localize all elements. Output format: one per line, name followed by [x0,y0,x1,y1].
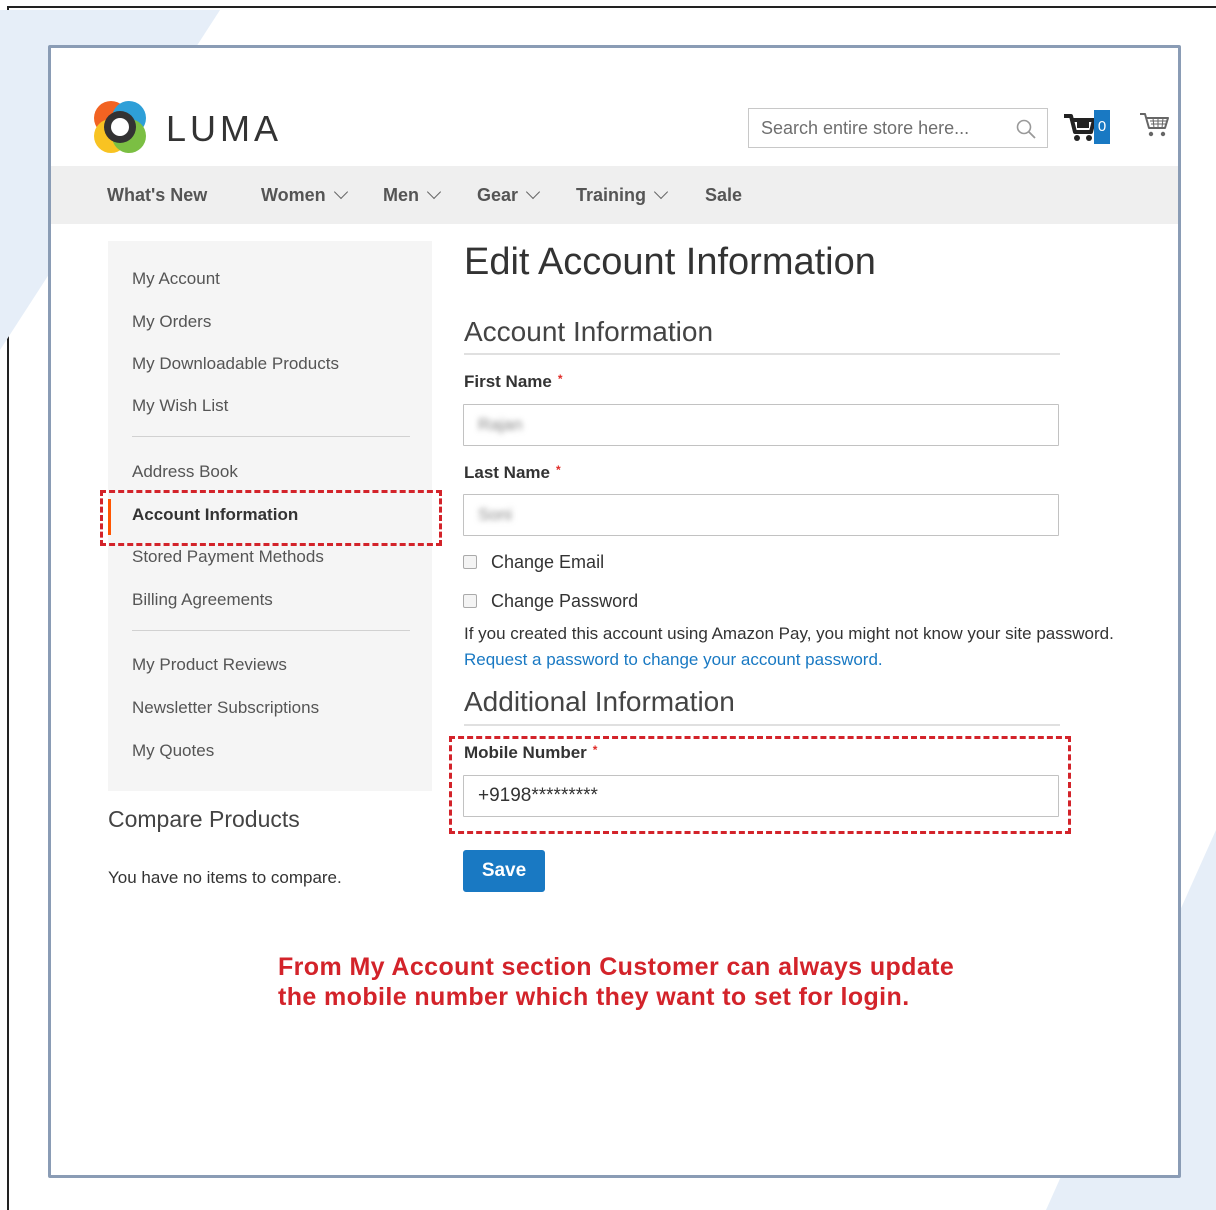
sidebar-item-downloadable-products[interactable]: My Downloadable Products [132,354,339,374]
sidebar-item-my-quotes[interactable]: My Quotes [132,741,214,761]
chevron-down-icon [426,184,442,200]
first-name-label-text: First Name [464,372,552,391]
nav-item-whats-new[interactable]: What's New [107,185,207,206]
chevron-down-icon [333,184,348,200]
search-box[interactable] [748,108,1048,148]
section-divider [464,724,1060,726]
cart-count-badge[interactable]: 0 [1094,110,1110,144]
annotation-caption: From My Account section Customer can alw… [278,952,954,1012]
change-password-checkbox[interactable] [463,594,477,608]
nav-item-sale[interactable]: Sale [705,185,742,206]
luma-logo-icon[interactable] [91,98,149,156]
sidebar-item-billing-agreements[interactable]: Billing Agreements [132,590,273,610]
annotation-line-2: the mobile number which they want to set… [278,983,910,1011]
main-navigation: What's New Women Men Gear Training Sale [51,166,1178,224]
change-email-option[interactable]: Change Email [463,552,604,573]
screenshot-frame: LUMA 0 What's New Women Men [48,45,1181,1178]
change-email-label: Change Email [491,552,605,572]
first-name-value: Rajan [478,415,523,434]
search-input[interactable] [759,109,1013,147]
sidebar-item-newsletter-subscriptions[interactable]: Newsletter Subscriptions [132,698,319,718]
search-icon[interactable] [1015,118,1037,140]
sidebar-item-address-book[interactable]: Address Book [132,462,238,482]
sidebar-item-my-account[interactable]: My Account [132,269,220,289]
nav-item-label: Gear [477,185,519,205]
sidebar-divider [132,630,410,631]
sidebar-item-wish-list[interactable]: My Wish List [132,396,228,416]
highlight-box-account-information [100,490,442,546]
nav-item-label: What's New [107,185,208,205]
nav-item-label: Women [261,185,326,205]
last-name-label-text: Last Name [464,463,550,482]
required-marker: * [555,463,561,477]
brand-name[interactable]: LUMA [166,108,282,150]
sidebar-divider [132,436,410,437]
nav-item-training[interactable]: Training [576,184,669,206]
sidebar-item-product-reviews[interactable]: My Product Reviews [132,655,287,675]
nav-item-label: Sale [705,185,743,205]
compare-products-title: Compare Products [108,806,300,832]
nav-item-men[interactable]: Men [383,184,442,206]
change-password-option[interactable]: Change Password [463,591,638,612]
request-password-link[interactable]: Request a password to change your accoun… [464,650,883,670]
first-name-label: First Name * [464,372,563,392]
last-name-value: Soni [478,505,513,524]
last-name-label: Last Name * [464,463,561,483]
nav-item-label: Men [383,185,419,205]
compare-empty-text: You have no items to compare. [108,868,342,887]
chevron-down-icon [525,184,541,200]
annotation-line-1: From My Account section Customer can alw… [278,953,955,981]
first-name-field[interactable]: Rajan [463,404,1059,446]
sidebar-item-my-orders[interactable]: My Orders [132,312,211,332]
sidebar-item-stored-payment-methods[interactable]: Stored Payment Methods [132,547,324,567]
highlight-box-mobile-number [449,736,1071,834]
section-title-account-information: Account Information [464,316,714,347]
nav-item-gear[interactable]: Gear [477,184,541,206]
change-password-label: Change Password [491,591,639,611]
change-email-checkbox[interactable] [463,555,477,569]
save-button[interactable]: Save [463,850,545,892]
shopping-cart-icon[interactable] [1139,110,1171,140]
page-title: Edit Account Information [464,241,876,283]
section-title-additional-information: Additional Information [464,686,735,717]
amazon-pay-note: If you created this account using Amazon… [464,624,1114,643]
section-divider [464,353,1060,355]
nav-item-women[interactable]: Women [261,184,348,206]
chevron-down-icon [653,184,669,200]
required-marker: * [557,372,563,386]
nav-item-label: Training [576,185,647,205]
last-name-field[interactable]: Soni [463,494,1059,536]
